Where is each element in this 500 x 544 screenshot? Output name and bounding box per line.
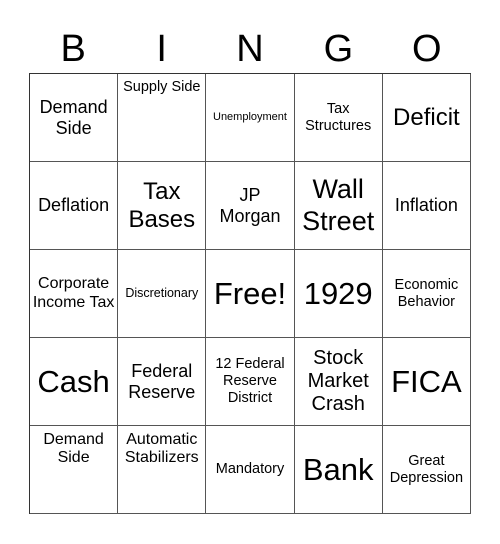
header-letter-g: G	[323, 28, 354, 70]
cell-text: Demand Side	[39, 96, 108, 138]
cell-text: Supply Side	[123, 79, 201, 95]
bingo-grid: Demand Side Supply Side Unemployment Tax…	[29, 73, 471, 514]
bingo-cell[interactable]: Economic Behavior	[382, 250, 471, 338]
cell-text: Economic Behavior	[394, 276, 459, 310]
bingo-cell[interactable]: Unemployment	[206, 74, 295, 162]
bingo-cell[interactable]: Mandatory	[206, 426, 295, 514]
free-space-cell[interactable]: Free!	[206, 250, 295, 338]
bingo-cell[interactable]: JP Morgan	[206, 162, 295, 250]
bingo-cell[interactable]: Automatic Stabilizers	[118, 426, 207, 514]
bingo-cell[interactable]: Supply Side	[118, 74, 207, 162]
header-letter-n: N	[236, 28, 264, 70]
bingo-header: B I N G O	[29, 26, 471, 72]
bingo-cell[interactable]: Deficit	[382, 74, 471, 162]
bingo-cell[interactable]: Wall Street	[294, 162, 383, 250]
bingo-cell[interactable]: Great Depression	[382, 426, 471, 514]
bingo-cell[interactable]: FICA	[382, 338, 471, 426]
cell-text: Tax Bases	[128, 177, 196, 233]
bingo-cell[interactable]: Federal Reserve	[118, 338, 207, 426]
cell-text: Stock Market Crash	[307, 347, 369, 415]
cell-text: Wall Street	[302, 174, 375, 236]
bingo-cell[interactable]: Stock Market Crash	[294, 338, 383, 426]
cell-text: Corporate Income Tax	[32, 275, 115, 311]
cell-text: Unemployment	[213, 111, 287, 124]
cell-text: Great Depression	[389, 452, 464, 486]
bingo-cell[interactable]: Tax Bases	[118, 162, 207, 250]
bingo-cell[interactable]: Tax Structures	[294, 74, 383, 162]
bingo-cell[interactable]: Discretionary	[118, 250, 207, 338]
bingo-cell[interactable]: 12 Federal Reserve District	[206, 338, 295, 426]
cell-text: Deficit	[393, 103, 460, 131]
cell-text: Cash	[37, 363, 110, 399]
cell-text: Discretionary	[125, 286, 199, 301]
header-letter-i: I	[156, 28, 167, 70]
cell-text: Inflation	[394, 195, 458, 216]
bingo-cell[interactable]: Deflation	[30, 162, 119, 250]
cell-text: Tax Structures	[305, 100, 372, 134]
header-letter-o: O	[412, 28, 442, 70]
bingo-cell[interactable]: Cash	[30, 338, 119, 426]
cell-text: Bank	[302, 451, 374, 487]
cell-text: Automatic Stabilizers	[124, 431, 199, 467]
cell-text: JP Morgan	[219, 184, 281, 226]
bingo-cell[interactable]: Demand Side	[30, 426, 119, 514]
cell-text: Free!	[213, 275, 287, 311]
cell-text: Mandatory	[215, 461, 285, 478]
cell-text: Federal Reserve	[128, 360, 196, 402]
bingo-cell[interactable]: 1929	[294, 250, 383, 338]
cell-text: Demand Side	[43, 431, 104, 467]
bingo-cell[interactable]: Demand Side	[30, 74, 119, 162]
cell-text: 1929	[303, 275, 373, 311]
cell-text: 12 Federal Reserve District	[215, 356, 285, 406]
bingo-cell[interactable]: Corporate Income Tax	[30, 250, 119, 338]
bingo-cell[interactable]: Inflation	[382, 162, 471, 250]
cell-text: Deflation	[38, 195, 110, 216]
cell-text: FICA	[391, 363, 462, 399]
bingo-cell[interactable]: Bank	[294, 426, 383, 514]
header-letter-b: B	[60, 28, 86, 70]
